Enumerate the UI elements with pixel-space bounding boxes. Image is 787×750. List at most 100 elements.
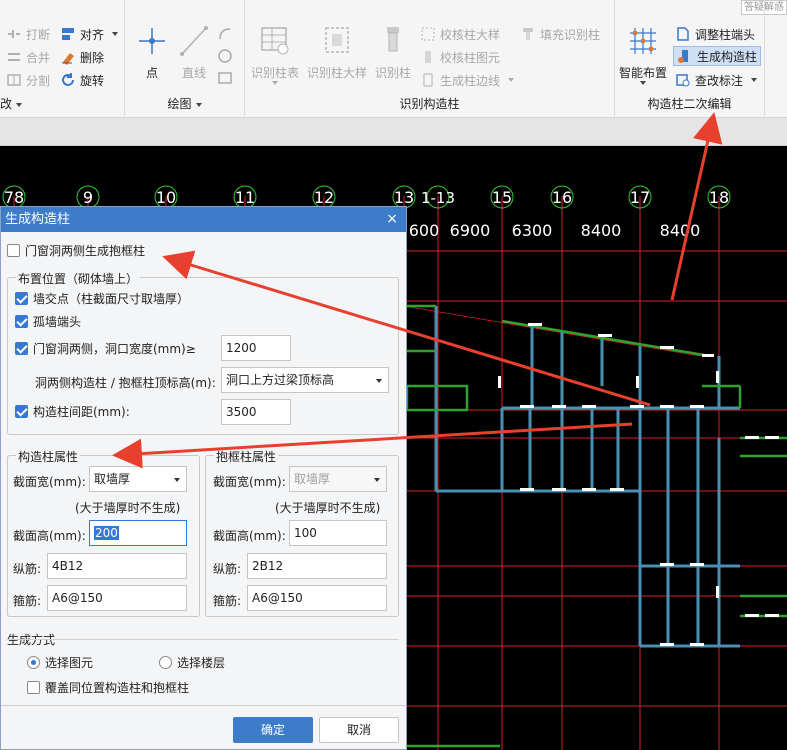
frame-stirrup-input[interactable]: A6@150	[247, 585, 387, 611]
radio-icon	[159, 656, 172, 669]
dimension-labels: 600 6900 6300 8400 8400	[409, 221, 701, 240]
axis-label: 10	[156, 188, 176, 207]
frame-height-input[interactable]: 100	[289, 520, 387, 546]
axis-label: 17	[630, 188, 650, 207]
rotate-button[interactable]: 旋转	[60, 70, 104, 90]
checkbox-checked-icon	[15, 292, 28, 305]
generate-constructional-column-button[interactable]: 生成构造柱	[673, 46, 762, 66]
column-width-select[interactable]: 取墙厚	[89, 466, 187, 492]
identify-column-detail-button[interactable]: 识别柱大样	[307, 24, 367, 81]
delete-button[interactable]: 删除	[60, 47, 104, 67]
frame-long-bar-label: 纵筋:	[213, 562, 242, 576]
frame-width-hint: (大于墙厚时不生成)	[275, 501, 381, 515]
axis-label: 15	[492, 188, 512, 207]
frame-width-label: 截面宽(mm):	[213, 475, 286, 489]
dimension-label: 600	[409, 221, 440, 240]
checkbox-checked-icon	[15, 315, 28, 328]
overwrite-checkbox[interactable]: 覆盖同位置构造柱和抱框柱	[27, 679, 189, 696]
column-long-bar-label: 纵筋:	[13, 562, 42, 576]
footer-divider	[1, 705, 406, 706]
frame-width-select[interactable]: 取墙厚	[289, 466, 387, 492]
modify-group-label[interactable]: 改	[0, 95, 124, 112]
line-button[interactable]: 直线	[177, 24, 211, 81]
select-elements-radio[interactable]: 选择图元	[27, 654, 93, 671]
checkbox-icon	[27, 681, 40, 694]
edit-annotation-button[interactable]: 查改标注	[675, 70, 758, 90]
checkbox-checked-icon	[15, 342, 28, 355]
chevron-down-icon	[376, 379, 382, 383]
dialog-title: 生成构造柱	[5, 212, 71, 227]
circle-icon[interactable]	[217, 48, 233, 67]
column-height-input[interactable]: 200	[89, 520, 187, 546]
opening-sides-checkbox[interactable]: 门窗洞两侧，洞口宽度(mm)≥	[15, 340, 196, 357]
axis-label: 12	[314, 188, 334, 207]
column-edge-icon	[420, 72, 436, 88]
rectangle-icon[interactable]	[217, 70, 233, 89]
chevron-down-icon	[112, 32, 119, 36]
identify-column-group: 识别柱表 识别柱大样 识别柱 校核柱大样 校核柱图元 生成柱边线 填充识别柱 识…	[245, 0, 615, 118]
break-icon	[6, 26, 22, 42]
column-width-hint: (大于墙厚时不生成)	[75, 501, 181, 515]
column-spacing-checkbox[interactable]: 构造柱间距(mm):	[15, 403, 130, 420]
select-floors-radio[interactable]: 选择楼层	[159, 654, 225, 671]
adjust-end-icon	[675, 26, 691, 42]
axis-label: 1-13	[421, 189, 455, 207]
split-button[interactable]: 分割	[6, 70, 50, 90]
wall-intersection-checkbox[interactable]: 墙交点（柱截面尺寸取墙厚）	[15, 290, 189, 307]
merge-button[interactable]: 合并	[6, 47, 50, 67]
smart-layout-icon	[626, 24, 660, 58]
column-detail-icon	[320, 24, 354, 58]
door-window-frame-checkbox[interactable]: 门窗洞两侧生成抱框柱	[7, 242, 145, 259]
top-elevation-select[interactable]: 洞口上方过梁顶标高	[221, 367, 389, 393]
column-height-label: 截面高(mm):	[13, 529, 86, 543]
identify-column-table-button[interactable]: 识别柱表	[251, 24, 299, 85]
column-stirrup-label: 箍筋:	[13, 594, 42, 608]
cancel-button[interactable]: 取消	[319, 717, 399, 743]
isolated-wall-end-checkbox[interactable]: 孤墙端头	[15, 313, 81, 330]
eraser-icon	[60, 49, 76, 65]
checkbox-icon	[7, 244, 20, 257]
dimension-label: 6300	[512, 221, 553, 240]
fill-column-icon	[520, 26, 536, 42]
ok-button[interactable]: 确定	[233, 717, 313, 743]
adjust-column-end-button[interactable]: 调整柱端头	[675, 24, 755, 44]
column-icon	[376, 24, 410, 58]
axis-label: 13	[394, 188, 414, 207]
column-width-label: 截面宽(mm):	[13, 475, 86, 489]
draw-group-label[interactable]: 绘图	[125, 95, 244, 112]
split-icon	[6, 72, 22, 88]
dimension-label: 8400	[581, 221, 622, 240]
wall-lines-green	[405, 304, 787, 748]
point-button[interactable]: 点	[135, 24, 169, 81]
annotation-icon	[675, 72, 691, 88]
frame-height-label: 截面高(mm):	[213, 529, 286, 543]
check-column-detail-button[interactable]: 校核柱大样	[420, 24, 500, 44]
opening-width-input[interactable]: 1200	[221, 335, 291, 361]
chevron-down-icon	[174, 478, 180, 482]
smart-layout-button[interactable]: 智能布置	[619, 24, 667, 85]
arc-icon[interactable]	[217, 26, 233, 45]
close-icon[interactable]: ×	[386, 207, 398, 232]
check-column-element-button[interactable]: 校核柱图元	[420, 47, 500, 67]
fill-identify-column-button[interactable]: 填充识别柱	[520, 24, 600, 44]
mode-divider	[7, 639, 399, 640]
line-icon	[177, 24, 211, 58]
align-button[interactable]: 对齐	[60, 24, 119, 44]
break-button[interactable]: 打断	[6, 24, 50, 44]
edit-group-label: 构造柱二次编辑	[647, 97, 732, 111]
column-properties-title: 构造柱属性	[16, 448, 81, 465]
placement-title: 布置位置（砌体墙上）	[16, 270, 141, 287]
identify-column-button[interactable]: 识别柱	[375, 24, 411, 81]
dialog-title-bar[interactable]: 生成构造柱 ×	[1, 207, 406, 232]
column-long-bar-input[interactable]: 4B12	[47, 553, 187, 579]
generate-column-edge-button[interactable]: 生成柱边线	[420, 70, 515, 90]
axis-label: 11	[235, 188, 255, 207]
column-spacing-input[interactable]: 3500	[221, 399, 291, 425]
frame-long-bar-input[interactable]: 2B12	[247, 553, 387, 579]
column-stirrup-input[interactable]: A6@150	[47, 585, 187, 611]
chevron-down-icon	[374, 478, 380, 482]
dimension-label: 8400	[660, 221, 701, 240]
draw-group: 点 直线 绘图	[125, 0, 245, 118]
axis-label: 16	[552, 188, 572, 207]
frame-properties-title: 抱框柱属性	[214, 448, 279, 465]
